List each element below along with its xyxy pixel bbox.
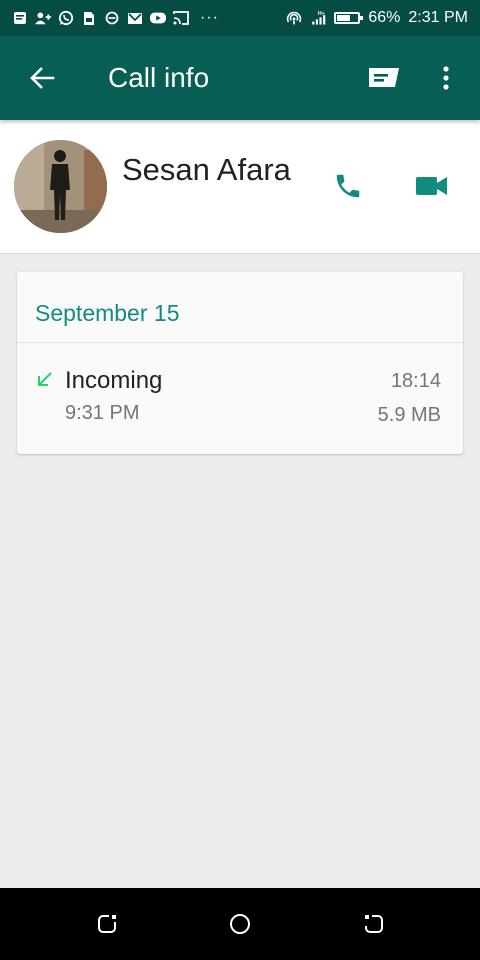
whatsapp-icon bbox=[58, 10, 74, 26]
recent-apps-button[interactable] bbox=[93, 910, 121, 938]
system-status: H+ 66% 2:31 PM bbox=[286, 9, 468, 27]
app-bar: Call info bbox=[0, 36, 480, 120]
status-bar: ··· H+ 66% 2:31 PM bbox=[0, 0, 480, 36]
more-notifications-icon: ··· bbox=[200, 9, 219, 26]
back-button[interactable] bbox=[22, 58, 62, 98]
navigation-bar bbox=[0, 888, 480, 960]
call-type: Incoming bbox=[65, 367, 163, 394]
gmail-icon bbox=[127, 11, 143, 25]
back-icon bbox=[365, 915, 383, 933]
page-title: Call info bbox=[108, 62, 210, 93]
more-vert-icon bbox=[443, 66, 449, 90]
add-contact-icon bbox=[35, 11, 51, 25]
call-log-card: September 15 Incoming 9:31 PM 18:14 5.9 … bbox=[17, 272, 463, 454]
call-duration: 18:14 bbox=[390, 370, 441, 392]
avatar[interactable] bbox=[14, 140, 107, 233]
home-icon bbox=[230, 914, 250, 934]
recent-apps-icon bbox=[98, 915, 116, 933]
message-icon bbox=[369, 68, 399, 87]
signal-icon: H+ bbox=[310, 11, 326, 25]
message-notification-icon bbox=[12, 11, 28, 25]
battery-percentage: 66% bbox=[368, 9, 401, 26]
battery-icon bbox=[334, 12, 364, 24]
hotspot-icon bbox=[286, 11, 302, 25]
video-call-button[interactable] bbox=[410, 164, 454, 208]
call-time: 9:31 PM bbox=[65, 402, 140, 424]
battery-level-fill bbox=[337, 15, 351, 21]
contact-header: Sesan Afara bbox=[0, 120, 480, 254]
phone-icon bbox=[336, 174, 360, 198]
clock: 2:31 PM bbox=[408, 9, 468, 26]
divider bbox=[17, 342, 463, 343]
voice-call-button[interactable] bbox=[326, 164, 370, 208]
home-button[interactable] bbox=[226, 910, 254, 938]
contact-photo bbox=[14, 140, 107, 233]
file-icon bbox=[81, 11, 97, 25]
system-back-button[interactable] bbox=[360, 910, 388, 938]
incoming-arrow-icon bbox=[36, 370, 54, 388]
call-date: September 15 bbox=[35, 300, 180, 326]
youtube-icon bbox=[150, 11, 166, 25]
notification-icons: ··· bbox=[12, 10, 219, 26]
arrow-back-icon bbox=[30, 67, 55, 89]
more-options-button[interactable] bbox=[430, 60, 462, 96]
contact-name: Sesan Afara bbox=[122, 152, 291, 187]
message-button[interactable] bbox=[364, 60, 404, 96]
video-camera-icon bbox=[416, 177, 447, 195]
cast-icon bbox=[173, 11, 189, 25]
block-icon bbox=[104, 11, 120, 25]
call-data-size: 5.9 MB bbox=[377, 404, 441, 426]
